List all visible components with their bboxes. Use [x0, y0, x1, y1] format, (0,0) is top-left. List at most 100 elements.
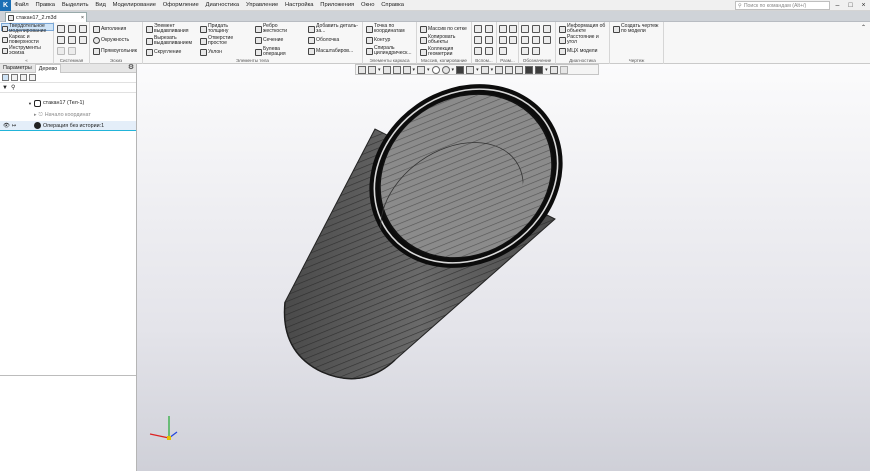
diameter-dim-icon[interactable]: [509, 36, 517, 44]
zoom-icon[interactable]: [402, 65, 411, 74]
3d-viewport[interactable]: [137, 64, 870, 471]
aux-axis-icon[interactable]: [485, 25, 493, 33]
menu-window[interactable]: Окно: [358, 2, 378, 8]
scale-button[interactable]: Масштабиров...: [308, 48, 353, 55]
filter-dropdown-icon[interactable]: ▾: [545, 67, 548, 73]
zoom-to-fit-icon[interactable]: [358, 65, 366, 74]
shaded-edges-icon[interactable]: [456, 65, 465, 74]
orientation-sphere-icon[interactable]: [431, 65, 440, 74]
wireframe-icon[interactable]: [466, 65, 475, 74]
table-icon[interactable]: [521, 47, 529, 55]
tree-origin-item[interactable]: ▸ ⎋ Начало координат: [0, 110, 136, 120]
collapsed-arrow-icon[interactable]: ▸: [34, 112, 37, 118]
aux-more-icon[interactable]: [485, 47, 493, 55]
simple-hole-button[interactable]: Отверстие простое: [200, 35, 242, 46]
text-icon[interactable]: [543, 36, 551, 44]
display-mode-icon[interactable]: [441, 65, 450, 74]
undo-icon[interactable]: [57, 47, 65, 55]
position-icon[interactable]: [532, 47, 540, 55]
mark-icon[interactable]: [532, 36, 540, 44]
copy-objects-button[interactable]: Копировать объекты: [420, 34, 466, 45]
open-icon[interactable]: [57, 36, 65, 44]
perspective-icon[interactable]: [495, 65, 504, 74]
menu-design[interactable]: Оформление: [159, 2, 202, 8]
view-orientation-icon[interactable]: [368, 65, 376, 74]
object-info-button[interactable]: Информация об объекте: [559, 23, 609, 34]
tree-root-item[interactable]: ▼ стакан17 (Тел-1): [0, 98, 136, 108]
tree-operation-item[interactable]: 👁 ↦ Операция без истории:1: [0, 121, 136, 131]
close-icon[interactable]: ×: [857, 0, 870, 11]
measure-icon[interactable]: [549, 65, 558, 74]
new-file-icon[interactable]: [57, 25, 65, 33]
menu-settings[interactable]: Настройка: [282, 2, 317, 8]
section-view-icon[interactable]: [480, 65, 489, 74]
command-search-input[interactable]: ⚲ Поиск по командам (Alt+/): [735, 1, 830, 10]
menu-select[interactable]: Выделить: [58, 2, 92, 8]
tree-structure-icon[interactable]: [2, 74, 9, 81]
fillet-button[interactable]: Скругление: [146, 49, 181, 56]
pan-icon[interactable]: [392, 65, 401, 74]
tolerance-icon[interactable]: [543, 25, 551, 33]
panel-settings-icon[interactable]: ⚙: [127, 64, 135, 72]
leader-icon[interactable]: [532, 25, 540, 33]
base-icon[interactable]: [521, 36, 529, 44]
grid-array-button[interactable]: Массив по сетке: [420, 26, 467, 33]
save-icon[interactable]: [79, 25, 87, 33]
menu-diagnostics[interactable]: Диагностика: [202, 2, 242, 8]
model-canvas[interactable]: [137, 64, 870, 471]
expand-arrow-icon[interactable]: ▼: [28, 101, 32, 106]
menu-edit[interactable]: Правка: [32, 2, 58, 8]
orientation-dropdown-icon[interactable]: ▾: [378, 67, 381, 73]
radius-dim-icon[interactable]: [499, 36, 507, 44]
menu-manage[interactable]: Управление: [243, 2, 282, 8]
autoline-button[interactable]: Автолиния: [93, 26, 126, 33]
close-tab-icon[interactable]: ×: [81, 15, 84, 21]
aux-line-icon[interactable]: [485, 36, 493, 44]
display-mode-dropdown-icon[interactable]: ▾: [452, 67, 455, 73]
filter-objects-icon[interactable]: [535, 65, 544, 74]
new-document-icon[interactable]: [68, 25, 76, 33]
tree-list-icon[interactable]: [29, 74, 36, 81]
section-dropdown-icon[interactable]: ▾: [491, 67, 494, 73]
tree-group-icon[interactable]: [20, 74, 27, 81]
menu-modeling[interactable]: Моделирование: [109, 2, 159, 8]
tab-parameters[interactable]: Параметры: [0, 64, 35, 73]
menu-file[interactable]: Файл: [11, 2, 32, 8]
tree-sort-icon[interactable]: [11, 74, 18, 81]
print-icon[interactable]: [79, 36, 87, 44]
axis-view-icon[interactable]: [417, 65, 426, 74]
document-tab[interactable]: стакан17_2.m3d ×: [5, 12, 87, 22]
aux-plane-icon[interactable]: [474, 25, 482, 33]
menu-help[interactable]: Справка: [378, 2, 408, 8]
shell-button[interactable]: Оболочка: [308, 37, 339, 44]
minimize-icon[interactable]: –: [831, 0, 844, 11]
point-by-coords-button[interactable]: Точка по координатам: [366, 23, 414, 34]
mode-sketch-tools[interactable]: Инструменты эскиза: [2, 45, 53, 56]
tree-search-icon[interactable]: ⚲: [11, 84, 15, 91]
cylindrical-spiral-button[interactable]: Спираль цилиндрическ...: [366, 45, 418, 56]
axis-dropdown-icon[interactable]: ▾: [427, 67, 430, 73]
extrude-button[interactable]: Элемент выдавливания: [146, 23, 199, 34]
rectangle-button[interactable]: Прямоугольник: [93, 48, 137, 55]
filter-icon[interactable]: ▼: [2, 85, 8, 91]
properties-icon[interactable]: [68, 36, 76, 44]
tab-tree[interactable]: Дерево: [34, 63, 62, 73]
wireframe-dropdown-icon[interactable]: ▾: [476, 67, 479, 73]
mode-solid[interactable]: Твердотельное моделирование: [2, 23, 53, 34]
distance-angle-button[interactable]: Расстояние и угол: [559, 34, 607, 45]
contour-button[interactable]: Контур: [366, 37, 390, 44]
app-logo-icon[interactable]: K: [0, 0, 11, 11]
rib-button[interactable]: Ребро жесткости: [255, 23, 297, 34]
circle-button[interactable]: Окружность: [93, 37, 129, 44]
ruler-icon[interactable]: [559, 65, 568, 74]
aux-cs-icon[interactable]: [474, 47, 482, 55]
eye-icon[interactable]: 👁: [3, 123, 10, 129]
menu-applications[interactable]: Приложения: [317, 2, 358, 8]
boolean-button[interactable]: Булева операция: [255, 46, 295, 57]
cut-extrude-button[interactable]: Вырезать выдавливанием: [146, 35, 199, 46]
menu-view[interactable]: Вид: [92, 2, 109, 8]
rotate-icon[interactable]: [382, 65, 391, 74]
maximize-icon[interactable]: □: [844, 0, 857, 11]
tree-link-icon[interactable]: ↦: [12, 123, 16, 129]
auto-dim-icon[interactable]: [499, 47, 507, 55]
